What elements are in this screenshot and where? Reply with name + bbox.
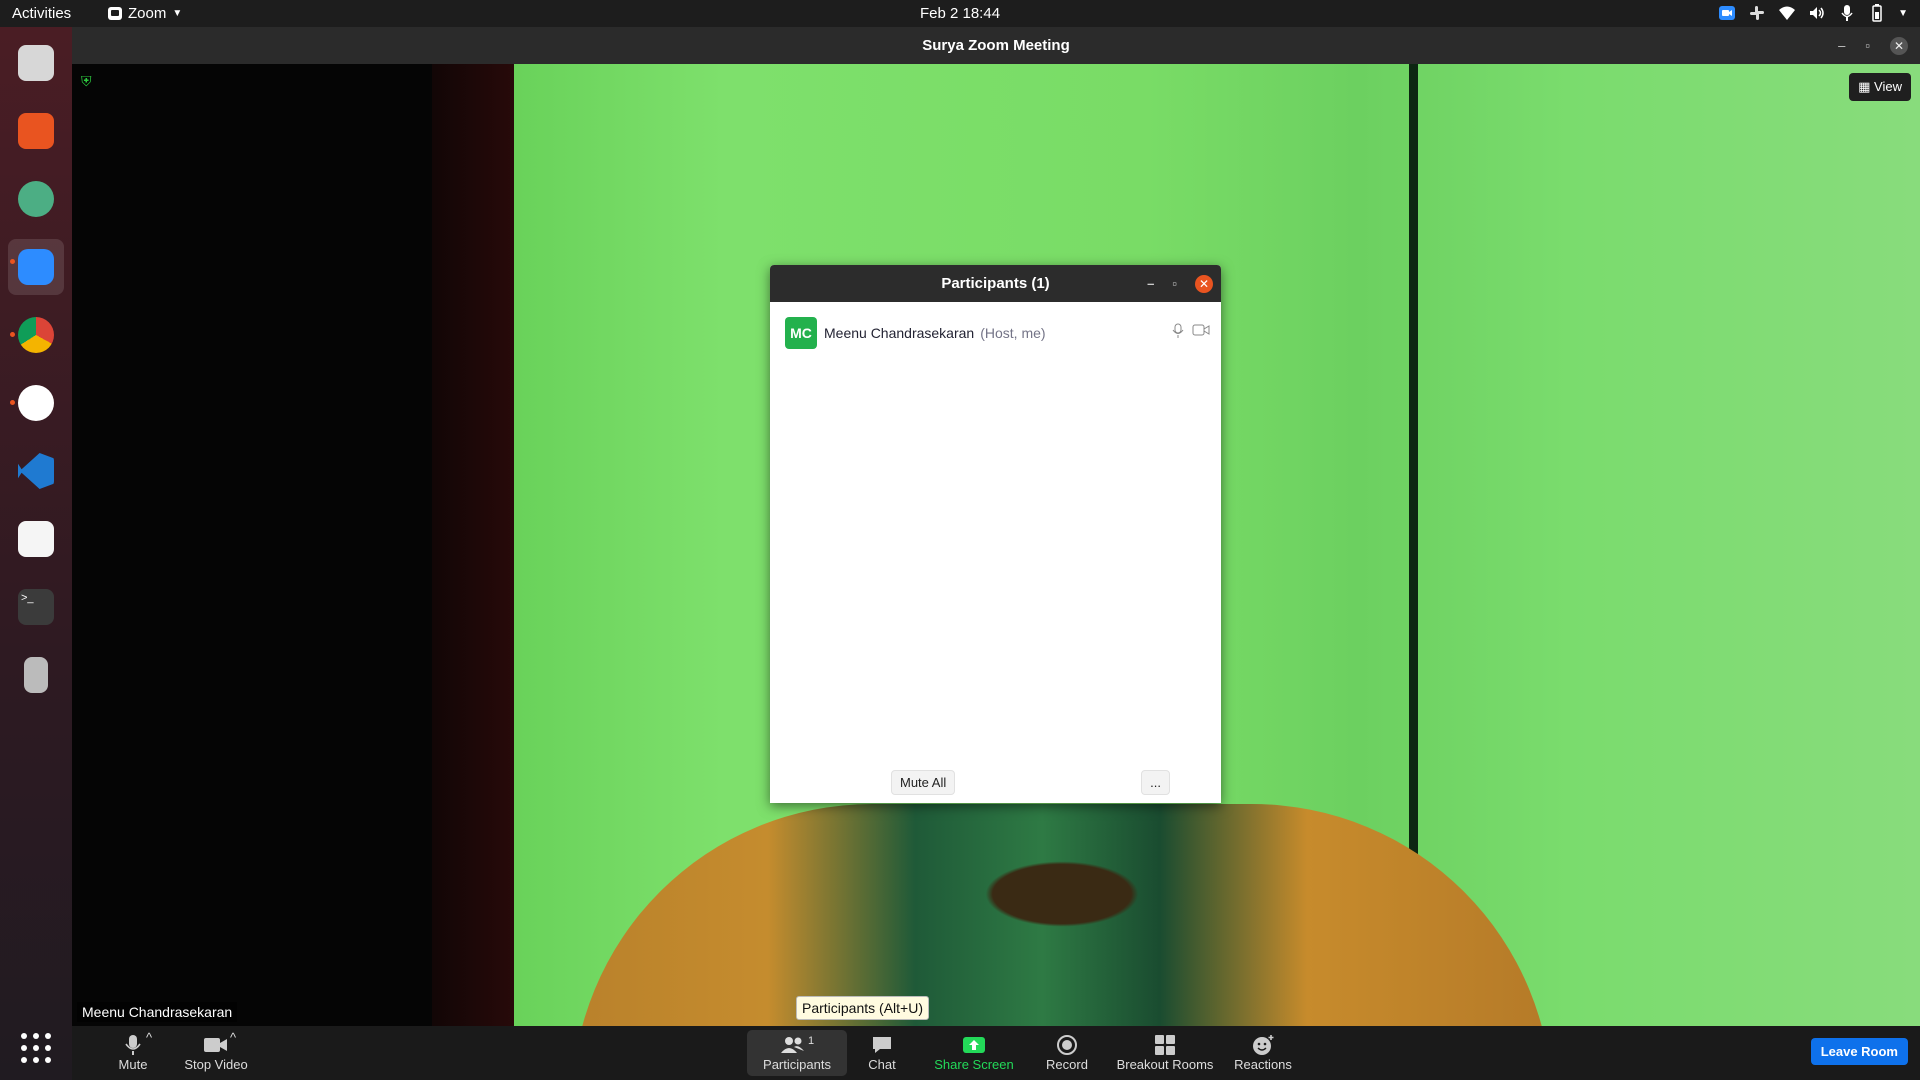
volume-icon[interactable] — [1808, 4, 1826, 22]
dock-zoom[interactable] — [8, 239, 64, 295]
mute-all-button[interactable]: Mute All — [891, 770, 956, 795]
mute-button[interactable]: Mute — [97, 1030, 169, 1076]
audio-options-chevron-icon[interactable]: ^ — [146, 1030, 152, 1045]
breakout-rooms-button[interactable]: Breakout Rooms — [1110, 1030, 1220, 1076]
panel-maximize-button[interactable]: ▫ — [1172, 265, 1177, 302]
dock-device[interactable] — [8, 647, 64, 703]
reactions-label: Reactions — [1234, 1057, 1292, 1072]
view-button[interactable]: ▦ View — [1849, 73, 1911, 101]
stop-video-label: Stop Video — [184, 1057, 248, 1072]
more-options-button[interactable]: ... — [1141, 770, 1170, 795]
record-label: Record — [1046, 1057, 1088, 1072]
show-apps-button[interactable] — [8, 1020, 64, 1076]
mute-label: Mute — [118, 1057, 148, 1072]
participants-tooltip: Participants (Alt+U) — [796, 996, 929, 1020]
top-bar: Activities Zoom ▼ Feb 2 18:44 ▼ — [0, 0, 1920, 27]
participant-name-label: Meenu Chandrasekaran — [77, 1002, 238, 1022]
software-center-icon — [18, 113, 54, 149]
chat-icon — [873, 1037, 891, 1053]
participant-role: (Host, me) — [980, 325, 1046, 341]
dock-vscode[interactable] — [8, 443, 64, 499]
reactions-button[interactable]: Reactions — [1228, 1030, 1298, 1076]
microphone-icon — [125, 1035, 141, 1055]
encryption-shield-icon[interactable]: ⛨ — [81, 73, 92, 90]
participant-mic-icon[interactable] — [1172, 323, 1184, 339]
panel-close-button[interactable]: ✕ — [1195, 274, 1213, 293]
running-indicator — [10, 332, 15, 337]
breakout-rooms-icon — [1155, 1035, 1175, 1055]
participants-label: Participants — [763, 1057, 831, 1072]
device-icon — [24, 657, 48, 693]
text-editor-icon — [18, 521, 54, 557]
microphone-icon[interactable] — [1838, 4, 1856, 22]
system-menu-caret-icon[interactable]: ▼ — [1898, 8, 1908, 19]
stop-video-button[interactable]: Stop Video — [166, 1030, 266, 1076]
running-indicator — [10, 400, 15, 405]
participants-panel-footer: Mute All ... — [770, 761, 1221, 803]
slack-icon — [18, 385, 54, 421]
close-button[interactable]: ✕ — [1890, 36, 1908, 55]
participants-panel-title: Participants (1) — [941, 275, 1050, 292]
record-icon — [1057, 1035, 1077, 1055]
meeting-toolbar: Mute ^ Stop Video ^ 1 Participants Chat … — [72, 1026, 1920, 1080]
dock: >_ — [0, 27, 72, 1080]
breakout-rooms-label: Breakout Rooms — [1116, 1057, 1214, 1072]
avatar: MC — [785, 317, 817, 349]
dock-text-editor[interactable] — [8, 511, 64, 567]
view-button-label: View — [1874, 79, 1902, 94]
battery-icon[interactable] — [1868, 4, 1886, 22]
chat-button[interactable]: Chat — [852, 1030, 912, 1076]
participants-button[interactable]: 1 Participants — [747, 1030, 847, 1076]
window-title: Surya Zoom Meeting — [922, 37, 1070, 54]
participant-name: Meenu Chandrasekaran — [824, 325, 975, 341]
participant-row[interactable]: MC Meenu Chandrasekaran (Host, me) — [785, 317, 1210, 349]
video-camera-icon — [204, 1038, 227, 1052]
clock[interactable]: Feb 2 18:44 — [0, 5, 1920, 22]
dock-chrome[interactable] — [8, 307, 64, 363]
participants-panel: Participants (1) – ▫ ✕ MC Meenu Chandras… — [770, 265, 1221, 803]
share-screen-label: Share Screen — [934, 1057, 1014, 1072]
grid-icon: ▦ — [1858, 79, 1871, 94]
chrome-icon — [18, 317, 54, 353]
video-options-chevron-icon[interactable]: ^ — [230, 1030, 236, 1045]
dock-slack[interactable] — [8, 375, 64, 431]
dock-software[interactable] — [8, 103, 64, 159]
panel-minimize-button[interactable]: – — [1147, 265, 1154, 302]
system-tray[interactable]: ▼ — [1718, 4, 1908, 22]
participants-count: 1 — [807, 1035, 815, 1047]
minimize-button[interactable]: – — [1838, 27, 1845, 64]
app-grid-icon — [21, 1033, 51, 1063]
chat-label: Chat — [868, 1057, 896, 1072]
leave-room-button[interactable]: Leave Room — [1810, 1038, 1908, 1065]
files-icon — [18, 45, 54, 81]
vscode-icon — [18, 453, 54, 489]
dock-files[interactable] — [8, 35, 64, 91]
participants-panel-header[interactable]: Participants (1) – ▫ ✕ — [770, 265, 1221, 302]
slack-tray-icon[interactable] — [1748, 4, 1766, 22]
window-titlebar[interactable]: Surya Zoom Meeting – ▫ ✕ — [72, 27, 1920, 64]
reactions-smiley-icon — [1253, 1035, 1274, 1055]
record-button[interactable]: Record — [1032, 1030, 1102, 1076]
zoom-app-icon — [18, 249, 54, 285]
atom-icon — [18, 181, 54, 217]
zoom-tray-icon[interactable] — [1718, 4, 1736, 22]
share-screen-button[interactable]: Share Screen — [924, 1030, 1024, 1076]
terminal-icon: >_ — [18, 589, 54, 625]
running-indicator — [10, 259, 15, 264]
dock-atom[interactable] — [8, 171, 64, 227]
dock-terminal[interactable]: >_ — [8, 579, 64, 635]
participant-video-icon[interactable] — [1192, 323, 1210, 337]
share-screen-icon — [963, 1037, 985, 1053]
wifi-icon[interactable] — [1778, 4, 1796, 22]
participants-icon — [780, 1037, 804, 1053]
maximize-button[interactable]: ▫ — [1865, 27, 1870, 64]
